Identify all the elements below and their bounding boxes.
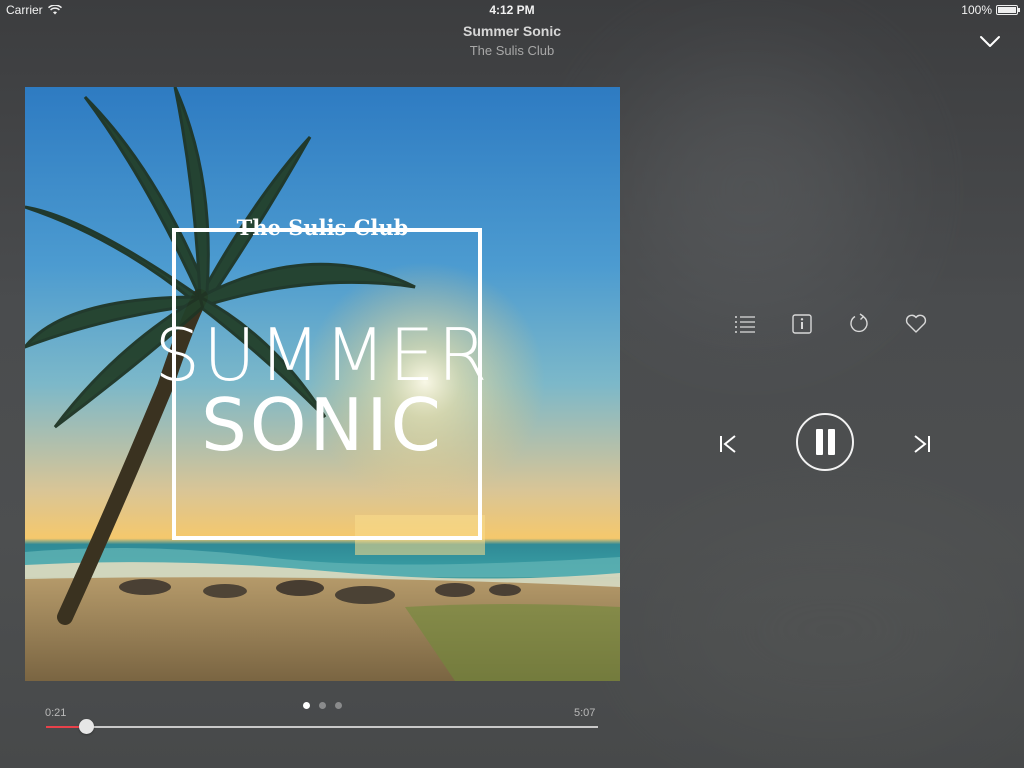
status-bar: Carrier 4:12 PM 100%	[0, 0, 1024, 20]
info-icon	[792, 314, 812, 334]
album-title-line2: SONIC	[201, 383, 444, 467]
next-icon	[914, 435, 930, 453]
pause-icon	[815, 429, 823, 455]
page-dot[interactable]	[319, 702, 326, 709]
album-title-line1: SUMMER	[154, 313, 491, 397]
total-time: 5:07	[574, 707, 596, 719]
heart-icon	[905, 314, 927, 333]
queue-button[interactable]	[733, 312, 757, 336]
previous-icon	[720, 435, 736, 453]
chevron-down-icon	[980, 36, 1000, 47]
album-club-label: The Sulis Club	[236, 215, 409, 240]
progress-slider[interactable]	[46, 719, 598, 734]
album-club-text: The Sulis Club	[25, 215, 620, 240]
track-title: Summer Sonic	[462, 23, 562, 39]
info-button[interactable]	[790, 312, 814, 336]
elapsed-time: 0:21	[45, 707, 67, 719]
next-button[interactable]	[910, 432, 934, 456]
status-time: 4:12 PM	[489, 3, 535, 17]
page-indicator[interactable]	[0, 702, 645, 709]
track-artist: The Sulis Club	[469, 43, 555, 58]
page-dot[interactable]	[335, 702, 342, 709]
progress-thumb[interactable]	[79, 719, 95, 734]
collapse-button[interactable]	[978, 30, 1002, 54]
album-artwork[interactable]: The Sulis Club SUMMER SONIC	[25, 87, 620, 681]
pause-icon	[827, 429, 835, 455]
repeat-button[interactable]	[847, 312, 871, 336]
page-dot[interactable]	[303, 702, 310, 709]
transport-controls	[716, 413, 940, 475]
background-blur	[620, 60, 880, 320]
now-playing-screen: Carrier 4:12 PM 100% Summer Sonic The Su…	[0, 0, 1024, 768]
action-row	[733, 312, 928, 336]
list-icon	[735, 316, 755, 333]
status-right: 100%	[961, 0, 1020, 20]
pause-button[interactable]	[796, 413, 854, 471]
now-playing-header: Summer Sonic The Sulis Club	[0, 22, 1024, 62]
favorite-button[interactable]	[904, 312, 928, 336]
battery-icon	[996, 5, 1020, 15]
repeat-icon	[850, 313, 868, 333]
battery-label: 100%	[961, 3, 992, 17]
previous-button[interactable]	[716, 432, 740, 456]
background-blur	[640, 520, 1020, 740]
